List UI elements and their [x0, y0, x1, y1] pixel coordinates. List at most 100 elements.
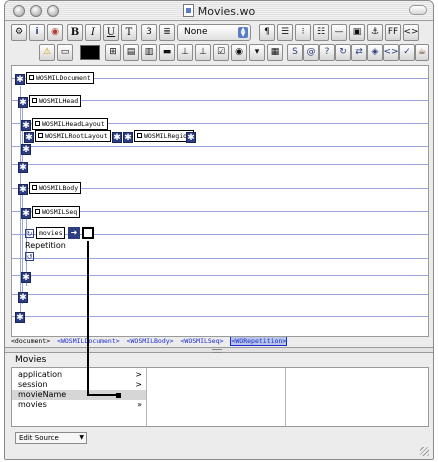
image-icon[interactable]: ◉	[47, 24, 63, 41]
anchor-icon[interactable]: ⚓	[367, 24, 383, 41]
text-area-icon[interactable]: ▥	[141, 44, 157, 61]
cylinder-icon[interactable]: ▭	[57, 44, 73, 61]
title-bar[interactable]: Movies.wo	[5, 1, 433, 21]
element-star-icon[interactable]: ✱	[24, 132, 34, 143]
paragraph-icon[interactable]: ¶	[259, 24, 275, 41]
popup-icon[interactable]: ▾	[249, 44, 265, 61]
switch-icon[interactable]: ⇄	[351, 44, 367, 61]
generic-icon[interactable]: <>	[383, 44, 399, 61]
browser-column-1[interactable]: application > session > movieName movies»	[12, 368, 147, 426]
color-swatch[interactable]	[80, 45, 100, 60]
binding-item-session[interactable]: session >	[12, 380, 146, 390]
hyperlink-icon[interactable]: @	[303, 44, 319, 61]
underline-button[interactable]: U	[103, 24, 119, 41]
style-select[interactable]: None ▲ ▼	[177, 24, 251, 41]
movies-binding-element[interactable]: movies	[36, 227, 66, 239]
wosmil-seq-element[interactable]: WOSMILSeq	[32, 206, 81, 218]
binding-item-application[interactable]: application >	[12, 370, 146, 380]
mode-select[interactable]: Edit Source ▼	[15, 432, 87, 444]
binding-item-movies[interactable]: movies»	[12, 400, 146, 410]
bindings-panel-title: Movies	[15, 355, 47, 365]
superscript-button[interactable]: 3	[141, 24, 157, 41]
binding-connector-line	[87, 241, 89, 396]
element-star-icon[interactable]: ✱	[21, 120, 31, 131]
browser-column-2[interactable]	[148, 368, 286, 426]
resize-grip-icon[interactable]	[420, 447, 429, 456]
arrow-right-icon[interactable]: ➜	[68, 227, 80, 239]
align-icon[interactable]: ☰	[277, 24, 293, 41]
element-star-icon[interactable]: ✱	[18, 292, 28, 303]
path-item[interactable]: <WOSMILBody>	[127, 337, 174, 345]
element-star-icon[interactable]: ✱	[21, 272, 31, 283]
checkbox-icon[interactable]: ☑	[213, 44, 229, 61]
binding-connector-line	[87, 394, 117, 396]
element-star-icon[interactable]: ✱	[123, 132, 133, 143]
frame-icon[interactable]: FF	[385, 24, 401, 41]
wosmil-document-element[interactable]: WOSMILDocument	[26, 72, 94, 84]
form-icon[interactable]: ⊞	[105, 44, 121, 61]
pane-splitter[interactable]	[5, 347, 433, 353]
bold-button[interactable]: B	[67, 24, 83, 41]
guide-line	[12, 258, 428, 259]
format-toolbar: ⚙ i ◉ B I U T 3 ≣ None ▲ ▼ ¶ ☰ ⁝ ☷ — ▣ ⚓ …	[11, 24, 429, 43]
browser-column-3[interactable]	[287, 368, 429, 426]
paragraph-style-icon[interactable]: ≣	[159, 24, 175, 41]
element-star-icon[interactable]: ✱	[15, 74, 25, 85]
layout-editor[interactable]: ✱ WOSMILDocument ✱ WOSMILHead ✱ WOSMILHe…	[11, 65, 429, 337]
head-container-bar	[22, 106, 23, 166]
wosmil-head-layout-element[interactable]: WOSMILHeadLayout	[32, 118, 108, 130]
element-path-bar: <document> <WOSMILDocument> <WOSMILBody>…	[11, 337, 429, 347]
conditional-icon[interactable]: ?	[319, 44, 335, 61]
custom-icon[interactable]: ☕	[415, 44, 429, 61]
info-icon[interactable]: i	[29, 24, 45, 41]
path-item-selected[interactable]: <WORepetition>	[230, 337, 288, 346]
element-star-icon[interactable]: ✱	[18, 184, 28, 195]
element-star-icon[interactable]: ✱	[15, 312, 25, 323]
teletype-button[interactable]: T	[121, 24, 137, 41]
element-star-icon[interactable]: ✱	[18, 162, 28, 173]
repetition-end-icon[interactable]: ↺	[25, 252, 34, 261]
list-icon[interactable]: ▦	[267, 44, 283, 61]
image-insert-icon[interactable]: ▣	[349, 24, 365, 41]
submit-icon[interactable]: ⊥	[177, 44, 193, 61]
repetition-start-icon[interactable]: ↻	[25, 229, 34, 238]
chevron-right-icon: >	[135, 370, 142, 379]
button-icon[interactable]: ▬	[159, 44, 175, 61]
editor-window: Movies.wo ⚙ i ◉ B I U T 3 ≣ None ▲ ▼ ¶ ☰ …	[4, 0, 434, 460]
binding-item-movie-name[interactable]: movieName	[12, 390, 146, 400]
radio-icon[interactable]: ◉	[231, 44, 247, 61]
wosmil-root-layout-element[interactable]: WOSMILRootLayout	[35, 130, 111, 142]
path-item[interactable]: <WOSMILSeq>	[181, 337, 224, 345]
horizontal-rule-icon[interactable]: —	[331, 24, 347, 41]
bulleted-list-icon[interactable]: ⁝	[295, 24, 311, 41]
element-star-icon[interactable]: ✱	[112, 132, 122, 143]
wo-component-icon[interactable]: ◈	[367, 44, 383, 61]
element-star-icon[interactable]: ✱	[21, 208, 31, 219]
element-star-icon[interactable]: ✱	[18, 97, 28, 108]
string-icon[interactable]: S	[287, 44, 303, 61]
guide-line	[12, 294, 428, 295]
text-field-icon[interactable]: ▤	[123, 44, 139, 61]
wosmil-body-element[interactable]: WOSMILBody	[29, 182, 82, 194]
reset-icon[interactable]: ⊥	[195, 44, 211, 61]
element-star-icon[interactable]: ✱	[186, 132, 196, 143]
italic-button[interactable]: I	[85, 24, 101, 41]
element-toolbar: ⚠ ▭ ⊞ ▤ ▥ ▬ ⊥ ⊥ ☑ ◉ ▾ ▦ S @ ? ↻ ⇄ ◈ <> ✓…	[11, 44, 429, 63]
keyvalue-icon[interactable]: ✓	[399, 44, 415, 61]
component-icon[interactable]: ⚙	[11, 24, 27, 41]
document-icon	[182, 4, 194, 17]
window-title: Movies.wo	[197, 5, 256, 18]
toolbar-toggle-button[interactable]	[409, 5, 427, 15]
repetition-icon[interactable]: ↻	[335, 44, 351, 61]
chevron-right-icon: >	[135, 380, 142, 389]
wosmil-region-element[interactable]: WOSMILRegion	[134, 130, 194, 142]
guide-line	[12, 164, 428, 165]
wosmil-head-element[interactable]: WOSMILHead	[29, 95, 82, 107]
code-icon[interactable]: <>	[403, 24, 419, 41]
element-star-icon[interactable]: ✱	[21, 144, 31, 155]
select-arrows-icon: ▲ ▼	[238, 27, 248, 38]
insertion-box[interactable]	[82, 227, 94, 239]
numbered-list-icon[interactable]: ☷	[313, 24, 329, 41]
path-item[interactable]: <document>	[11, 337, 50, 345]
warning-icon[interactable]: ⚠	[39, 44, 55, 61]
